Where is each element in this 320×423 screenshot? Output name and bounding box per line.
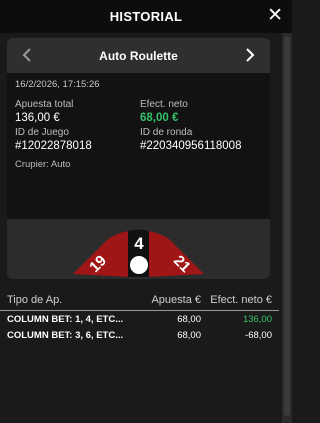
game-id-value: #12022878018 <box>15 140 92 152</box>
net-cash-label: Efect. neto <box>140 99 188 110</box>
round-details: 16/2/2026, 17:15:26 Apuesta total 136,00… <box>7 73 270 219</box>
close-icon[interactable]: ✕ <box>267 6 283 25</box>
table-row: COLUMN BET: 3, 6, ETC... 68,00 -68,00 <box>0 327 279 343</box>
table-row: COLUMN BET: 1, 4, ETC... 68,00 136,00 <box>0 311 279 327</box>
scrollbar-thumb[interactable] <box>284 36 290 416</box>
bet-type: COLUMN BET: 3, 6, ETC... <box>7 330 124 341</box>
col-header-net: Efect. neto € <box>210 294 272 306</box>
col-header-type: Tipo de Ap. <box>7 294 63 306</box>
result-wheel: 19 4 21 <box>7 219 270 279</box>
net-cash-value: 68,00 € <box>140 112 179 124</box>
bet-amount: 68,00 <box>177 330 201 341</box>
scrollbar[interactable] <box>282 33 292 423</box>
modal-header: HISTORIAL ✕ <box>0 0 292 33</box>
ball-icon <box>130 256 148 274</box>
bet-net: -68,00 <box>245 330 272 341</box>
bet-type: COLUMN BET: 1, 4, ETC... <box>7 314 124 325</box>
round-datetime: 16/2/2026, 17:15:26 <box>15 79 100 90</box>
game-id-label: ID de Juego <box>15 127 69 138</box>
bet-amount: 68,00 <box>177 314 201 325</box>
chevron-right-icon[interactable] <box>240 45 260 65</box>
round-detail-card: Auto Roulette 16/2/2026, 17:15:26 Apuest… <box>7 38 270 279</box>
total-bet-value: 136,00 € <box>15 112 60 124</box>
total-bet-label: Apuesta total <box>15 99 74 110</box>
round-id-label: ID de ronda <box>140 127 193 138</box>
game-title: Auto Roulette <box>99 48 178 63</box>
bets-table: Tipo de Ap. Apuesta € Efect. neto € COLU… <box>0 290 292 343</box>
wheel-segment-right <box>147 231 204 277</box>
bet-net: 136,00 <box>242 314 272 325</box>
modal-title: HISTORIAL <box>109 9 183 24</box>
col-header-bet: Apuesta € <box>151 294 201 306</box>
wheel-number-center: 4 <box>134 234 144 253</box>
table-header: Tipo de Ap. Apuesta € Efect. neto € <box>0 290 279 311</box>
dealer-label: Crupier: Auto <box>15 159 71 170</box>
chevron-left-icon[interactable] <box>17 45 37 65</box>
wheel-graphic: 19 4 21 <box>73 229 204 277</box>
card-header: Auto Roulette <box>7 38 270 73</box>
round-id-value: #220340956118008 <box>140 140 242 152</box>
